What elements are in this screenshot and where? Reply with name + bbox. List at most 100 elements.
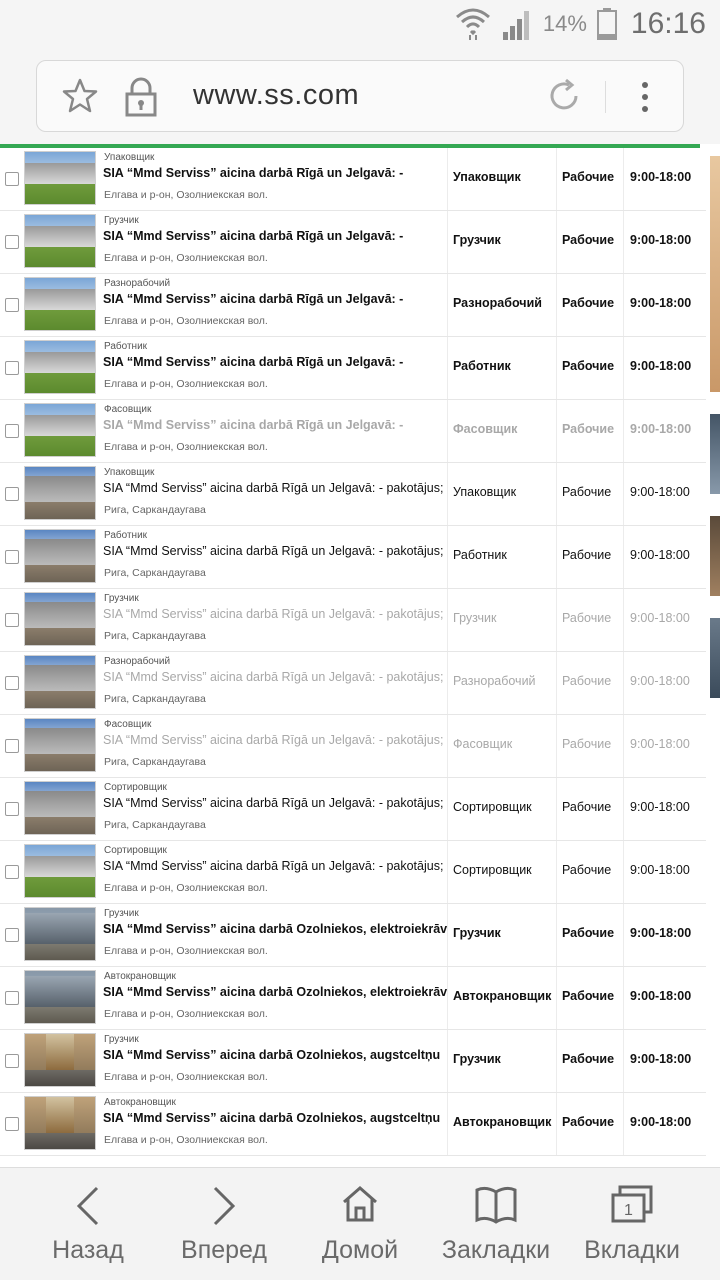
listing-row[interactable]: Сортировщик SIA “Mmd Serviss” aicina darb… — [0, 778, 706, 841]
bookmark-star-icon[interactable] — [61, 77, 99, 115]
listing-title-link[interactable]: SIA “Mmd Serviss” aicina darbā Rīgā un J… — [103, 229, 447, 243]
home-button[interactable]: Домой — [304, 1168, 416, 1280]
listing-row[interactable]: Сортировщик SIA “Mmd Serviss” aicina darb… — [0, 841, 706, 904]
listing-category: Автокрановщик — [104, 971, 176, 982]
listing-position: Сортировщик — [453, 863, 532, 877]
listing-row[interactable]: Грузчик SIA “Mmd Serviss” aicina darbā Oz… — [0, 1030, 706, 1093]
listing-title-link[interactable]: SIA “Mmd Serviss” aicina darbā Ozolnieko… — [103, 985, 447, 999]
row-checkbox[interactable] — [5, 676, 19, 690]
listing-title-link[interactable]: SIA “Mmd Serviss” aicina darbā Rīgā un J… — [103, 796, 447, 810]
row-checkbox[interactable] — [5, 298, 19, 312]
listing-location: Рига, Саркандаугава — [104, 819, 206, 831]
column-divider — [556, 337, 557, 399]
listing-row[interactable]: Работник SIA “Mmd Serviss” aicina darbā R… — [0, 526, 706, 589]
home-label: Домой — [321, 1236, 399, 1264]
listing-thumbnail[interactable] — [24, 403, 96, 457]
back-button[interactable]: Назад — [28, 1168, 148, 1280]
listing-thumbnail[interactable] — [24, 466, 96, 520]
column-divider — [623, 967, 624, 1029]
listing-title-link[interactable]: SIA “Mmd Serviss” aicina darbā Rīgā un J… — [103, 292, 447, 306]
row-checkbox[interactable] — [5, 1117, 19, 1131]
forward-button[interactable]: Вперед — [162, 1168, 286, 1280]
home-icon — [343, 1186, 377, 1222]
listing-title-link[interactable]: SIA “Mmd Serviss” aicina darbā Rīgā un J… — [103, 418, 447, 432]
listing-thumbnail[interactable] — [24, 151, 96, 205]
listing-title-link[interactable]: SIA “Mmd Serviss” aicina darbā Ozolnieko… — [103, 1111, 447, 1125]
tabs-label: Вкладки — [584, 1236, 680, 1264]
listing-thumbnail[interactable] — [24, 529, 96, 583]
listing-title-link[interactable]: SIA “Mmd Serviss” aicina darbā Rīgā un J… — [103, 859, 447, 873]
column-divider — [556, 463, 557, 525]
listing-thumbnail[interactable] — [24, 844, 96, 898]
listing-position: Разнорабочий — [453, 296, 542, 310]
row-checkbox[interactable] — [5, 550, 19, 564]
listing-thumbnail[interactable] — [24, 214, 96, 268]
reload-icon[interactable] — [545, 77, 583, 115]
listing-position: Работник — [453, 359, 511, 373]
listing-row[interactable]: Автокрановщик SIA “Mmd Serviss” aicina da… — [0, 1093, 706, 1156]
row-checkbox[interactable] — [5, 928, 19, 942]
listing-title-link[interactable]: SIA “Mmd Serviss” aicina darbā Rīgā un J… — [103, 670, 447, 684]
column-divider — [447, 967, 448, 1029]
listing-thumbnail[interactable] — [24, 277, 96, 331]
url-text[interactable]: www.ss.com — [193, 79, 359, 112]
row-checkbox[interactable] — [5, 865, 19, 879]
listing-title-link[interactable]: SIA “Mmd Serviss” aicina darbā Rīgā un J… — [103, 166, 447, 180]
listing-row[interactable]: Работник SIA “Mmd Serviss” aicina darbā R… — [0, 337, 706, 400]
listing-row[interactable]: Фасовщик SIA “Mmd Serviss” aicina darbā R… — [0, 715, 706, 778]
listing-thumbnail[interactable] — [24, 718, 96, 772]
row-checkbox[interactable] — [5, 487, 19, 501]
listing-title-link[interactable]: SIA “Mmd Serviss” aicina darbā Ozolnieko… — [103, 922, 447, 936]
listing-row[interactable]: Фасовщик SIA “Mmd Serviss” aicina darbā R… — [0, 400, 706, 463]
row-checkbox[interactable] — [5, 172, 19, 186]
row-checkbox[interactable] — [5, 991, 19, 1005]
listing-category: Грузчик — [104, 593, 139, 604]
listing-row[interactable]: Упаковщик SIA “Mmd Serviss” aicina darbā … — [0, 148, 706, 211]
listing-hours: 9:00-18:00 — [630, 611, 690, 625]
listing-row[interactable]: Разнорабочий SIA “Mmd Serviss” aicina dar… — [0, 652, 706, 715]
row-checkbox[interactable] — [5, 1054, 19, 1068]
tabs-button[interactable]: 1 Вкладки — [574, 1168, 690, 1280]
listing-title-link[interactable]: SIA “Mmd Serviss” aicina darbā Rīgā un J… — [103, 481, 447, 495]
listing-position: Работник — [453, 548, 507, 562]
listing-thumbnail[interactable] — [24, 907, 96, 961]
listing-row[interactable]: Грузчик SIA “Mmd Serviss” aicina darbā Rī… — [0, 589, 706, 652]
column-divider — [623, 841, 624, 903]
listing-title-link[interactable]: SIA “Mmd Serviss” aicina darbā Rīgā un J… — [103, 544, 447, 558]
address-bar[interactable]: www.ss.com — [36, 60, 684, 132]
listing-thumbnail[interactable] — [24, 781, 96, 835]
listing-row[interactable]: Упаковщик SIA “Mmd Serviss” aicina darbā … — [0, 463, 706, 526]
listing-row[interactable]: Разнорабочий SIA “Mmd Serviss” aicina dar… — [0, 274, 706, 337]
column-divider — [623, 1093, 624, 1155]
overflow-menu-icon[interactable] — [635, 79, 655, 115]
listing-title-link[interactable]: SIA “Mmd Serviss” aicina darbā Rīgā un J… — [103, 607, 447, 621]
listing-hours: 9:00-18:00 — [630, 1115, 692, 1129]
listing-title-link[interactable]: SIA “Mmd Serviss” aicina darbā Rīgā un J… — [103, 355, 447, 369]
listing-hours: 9:00-18:00 — [630, 926, 692, 940]
listing-category: Разнорабочий — [104, 278, 171, 289]
row-checkbox[interactable] — [5, 424, 19, 438]
listing-thumbnail[interactable] — [24, 592, 96, 646]
listing-row[interactable]: Автокрановщик SIA “Mmd Serviss” aicina da… — [0, 967, 706, 1030]
listing-title-link[interactable]: SIA “Mmd Serviss” aicina darbā Rīgā un J… — [103, 733, 447, 747]
book-icon — [475, 1186, 517, 1224]
listing-thumbnail[interactable] — [24, 655, 96, 709]
listing-row[interactable]: Грузчик SIA “Mmd Serviss” aicina darbā Oz… — [0, 904, 706, 967]
row-checkbox[interactable] — [5, 802, 19, 816]
listing-title-link[interactable]: SIA “Mmd Serviss” aicina darbā Ozolnieko… — [103, 1048, 447, 1062]
listing-hours: 9:00-18:00 — [630, 296, 692, 310]
bookmarks-button[interactable]: Закладки — [434, 1168, 558, 1280]
listing-thumbnail[interactable] — [24, 1033, 96, 1087]
listing-thumbnail[interactable] — [24, 1096, 96, 1150]
row-checkbox[interactable] — [5, 235, 19, 249]
row-checkbox[interactable] — [5, 613, 19, 627]
row-checkbox[interactable] — [5, 739, 19, 753]
listing-thumbnail[interactable] — [24, 970, 96, 1024]
listing-row[interactable]: Грузчик SIA “Mmd Serviss” aicina darbā Rī… — [0, 211, 706, 274]
listing-thumbnail[interactable] — [24, 340, 96, 394]
listing-hours: 9:00-18:00 — [630, 485, 690, 499]
chevron-right-icon — [213, 1186, 236, 1226]
row-checkbox[interactable] — [5, 361, 19, 375]
column-divider — [623, 148, 624, 210]
back-label: Назад — [52, 1236, 124, 1264]
